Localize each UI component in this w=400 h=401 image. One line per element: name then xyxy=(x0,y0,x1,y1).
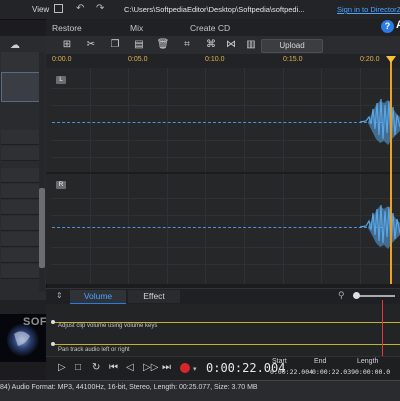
pan-envelope-line[interactable] xyxy=(52,344,400,345)
start-label: Start xyxy=(272,358,287,365)
copy-icon[interactable]: ❐ xyxy=(108,39,122,51)
link-icon[interactable]: ⌘ xyxy=(204,39,218,51)
toolbar xyxy=(46,36,400,55)
tab-create-cd[interactable]: Create CD xyxy=(190,23,230,33)
list-item[interactable] xyxy=(1,200,39,215)
sign-in-link[interactable]: Sign in to DirectorZon xyxy=(337,5,400,14)
library-header xyxy=(1,52,39,72)
app-logo: A xyxy=(396,19,400,31)
file-path: C:\Users\SoftpediaEditor\Desktop\Softped… xyxy=(124,5,305,14)
next-icon[interactable]: ⏭ xyxy=(162,362,171,373)
left-scrollbar-thumb[interactable] xyxy=(39,188,45,268)
preview-header xyxy=(0,300,46,314)
prev-icon[interactable]: ⏮ xyxy=(109,362,118,373)
channel-label-right: R xyxy=(56,181,66,189)
title-bar: View ↶ ↷ C:\Users\SoftpediaEditor\Deskto… xyxy=(0,0,400,20)
crop-icon[interactable]: ⌗ xyxy=(180,39,194,51)
upload-button[interactable]: Upload xyxy=(261,39,323,53)
envelope-marker xyxy=(382,300,383,356)
tab-effect[interactable]: Effect xyxy=(128,290,180,303)
tick-label: 0:00.0 xyxy=(52,56,72,63)
tab-mix[interactable]: Mix xyxy=(130,23,143,33)
playhead[interactable] xyxy=(390,58,392,284)
redo-icon[interactable]: ↷ xyxy=(96,3,104,14)
tick-label: 0:15.0 xyxy=(283,56,303,63)
record-button[interactable] xyxy=(180,363,190,373)
loop-icon[interactable]: ↻ xyxy=(92,362,100,373)
start-value[interactable]: 0:00:22.004 xyxy=(270,368,313,376)
list-item[interactable] xyxy=(1,146,39,161)
cloud-icon[interactable]: ☁ xyxy=(10,40,20,51)
save-icon[interactable] xyxy=(54,4,63,13)
rewind-icon[interactable]: ◁ xyxy=(126,362,134,373)
tab-volume[interactable]: Volume xyxy=(70,290,126,305)
volume-hint: Adjust clip volume using volume keys xyxy=(58,323,158,329)
list-item[interactable] xyxy=(1,264,39,279)
end-label: End xyxy=(314,358,327,365)
channel-divider xyxy=(46,172,400,174)
record-dropdown-icon[interactable]: ▾ xyxy=(193,365,197,373)
help-icon[interactable]: ? xyxy=(381,20,394,33)
collapse-icon[interactable]: ⇕ xyxy=(56,291,63,300)
status-text: 84) Audio Format: MP3, 44100Hz, 16-bit, … xyxy=(0,384,258,391)
settings-icon[interactable]: ▥ xyxy=(244,39,258,51)
cut-icon[interactable]: ✂ xyxy=(84,39,98,51)
playhead-handle[interactable] xyxy=(386,56,396,63)
split-icon[interactable]: ⋈ xyxy=(224,39,238,51)
pan-envelope-point[interactable] xyxy=(51,342,55,346)
end-value[interactable]: 0:00:22.039 xyxy=(312,368,355,376)
forward-icon[interactable]: ▷▷ xyxy=(143,362,158,373)
tick-label: 0:20.0 xyxy=(360,56,380,63)
waveform-left xyxy=(360,98,400,145)
length-value[interactable]: 0:00:00.0 xyxy=(355,368,390,376)
list-item[interactable] xyxy=(1,130,39,145)
stop-icon[interactable]: □ xyxy=(75,362,81,373)
channel-label-left: L xyxy=(56,76,66,84)
paste-icon[interactable]: ▤ xyxy=(132,39,146,51)
pan-hint: Pan track audio left or right xyxy=(58,347,130,353)
menu-view[interactable]: View xyxy=(32,5,49,14)
waveform-right-center xyxy=(52,227,382,229)
list-item[interactable] xyxy=(1,216,39,231)
add-icon[interactable]: ⊞ xyxy=(60,39,74,51)
tab-restore[interactable]: Restore xyxy=(52,23,82,33)
list-item[interactable] xyxy=(1,168,39,183)
delete-icon[interactable]: 🗑 xyxy=(156,39,170,51)
zoom-slider[interactable] xyxy=(355,295,395,297)
tick-label: 0:05.0 xyxy=(128,56,148,63)
zoom-out-icon[interactable]: ⚲ xyxy=(338,290,345,301)
library-item-selected[interactable] xyxy=(1,72,43,102)
volume-envelope-point[interactable] xyxy=(51,320,55,324)
list-item[interactable] xyxy=(1,248,39,263)
zoom-slider-handle[interactable] xyxy=(353,292,360,299)
waveform-area[interactable] xyxy=(46,68,400,284)
list-item[interactable] xyxy=(1,232,39,247)
length-label: Length xyxy=(357,358,379,365)
waveform-right xyxy=(360,204,400,249)
undo-icon[interactable]: ↶ xyxy=(76,3,84,14)
waveform-left-center xyxy=(52,122,382,124)
play-icon[interactable]: ▷ xyxy=(58,362,66,373)
list-item[interactable] xyxy=(1,184,39,199)
tick-label: 0:10.0 xyxy=(205,56,225,63)
